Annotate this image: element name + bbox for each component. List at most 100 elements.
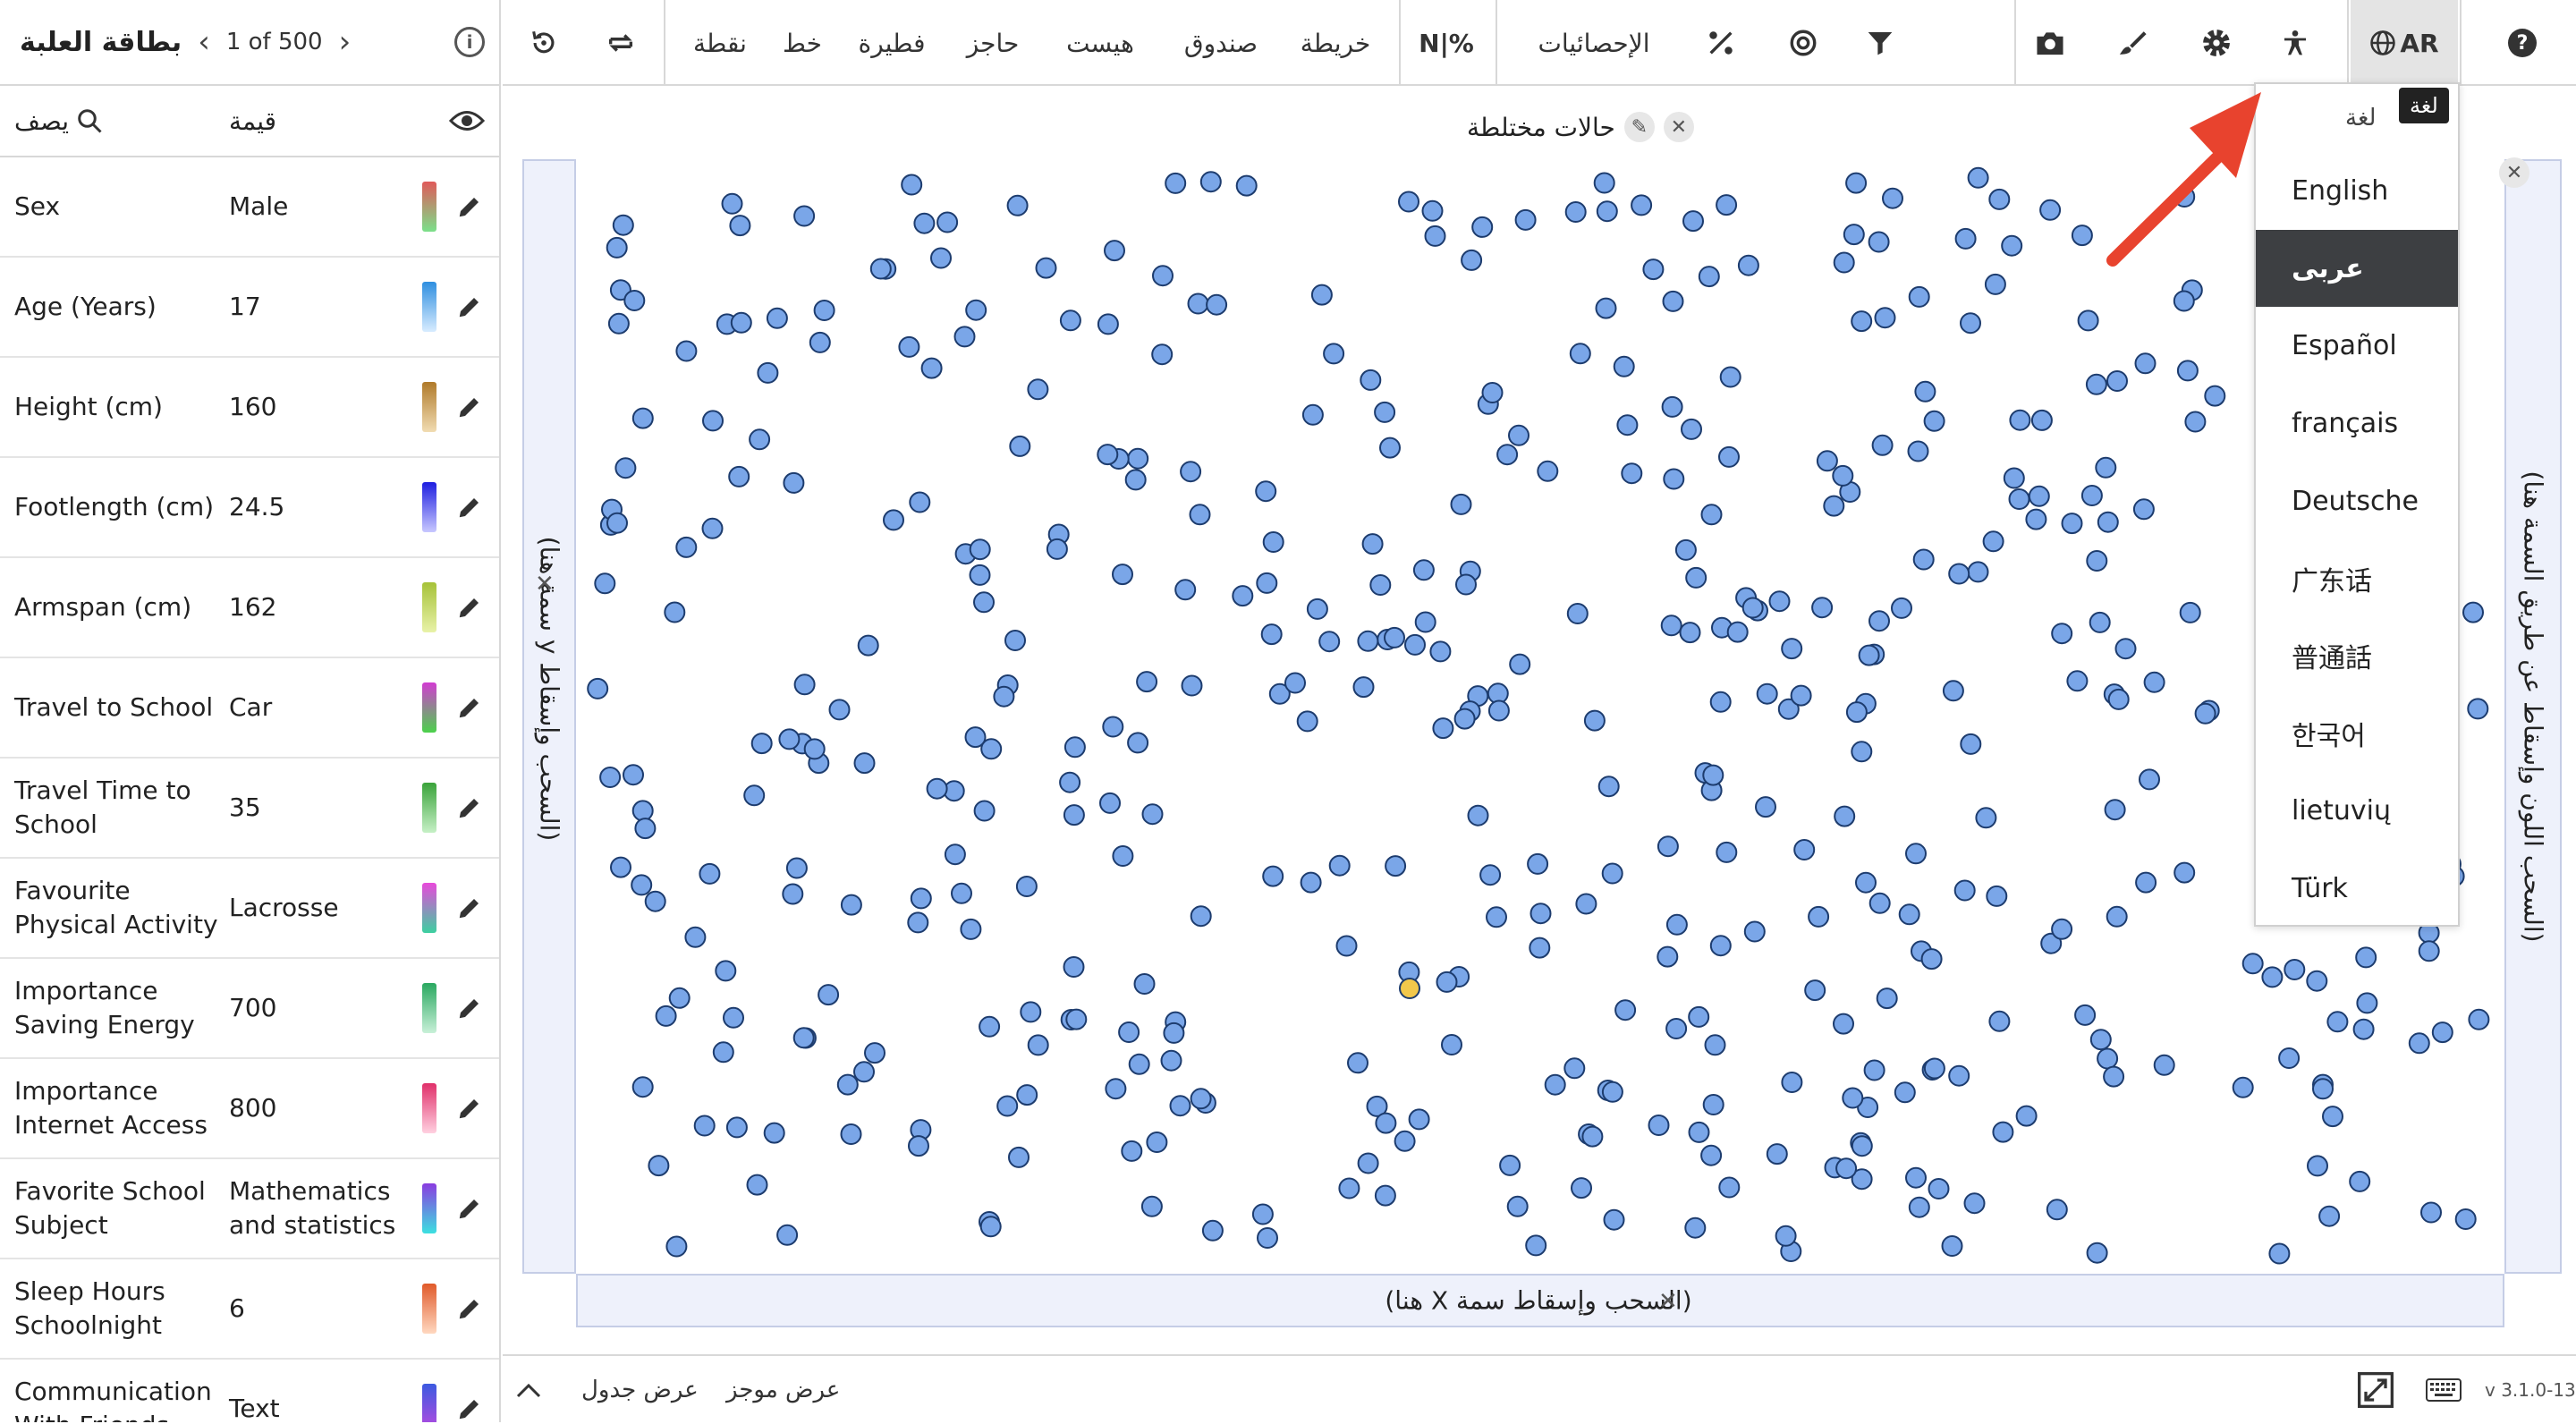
case-dot[interactable] [1151, 343, 1174, 366]
case-dot[interactable] [1487, 699, 1510, 722]
case-dot[interactable] [2086, 1242, 2108, 1264]
case-dot[interactable] [623, 290, 646, 311]
case-dot[interactable] [840, 1123, 862, 1145]
case-dot[interactable] [1868, 892, 1891, 914]
attribute-row[interactable]: Height (cm) 160 [0, 358, 499, 458]
attribute-row[interactable]: Favorite School Subject Mathematics and s… [0, 1159, 499, 1259]
case-dot[interactable] [1398, 191, 1419, 213]
language-option[interactable]: français [2256, 385, 2458, 462]
case-dot[interactable] [1569, 343, 1591, 365]
case-dot[interactable] [1112, 564, 1133, 586]
case-dot[interactable] [1920, 948, 1943, 971]
case-dot[interactable] [743, 784, 766, 807]
case-dot[interactable] [2467, 698, 2489, 720]
color-swatch[interactable] [422, 382, 436, 432]
case-dot[interactable] [2306, 970, 2328, 992]
attribute-row[interactable]: Armspan (cm) 162 [0, 558, 499, 658]
case-dot[interactable] [2418, 940, 2440, 962]
case-dot[interactable] [996, 1095, 1019, 1117]
pencil-icon[interactable] [456, 794, 483, 821]
case-dot[interactable] [1942, 680, 1964, 702]
color-swatch[interactable] [422, 182, 436, 232]
case-dot[interactable] [1967, 166, 1989, 189]
case-dot[interactable] [1112, 845, 1134, 867]
case-dot[interactable] [1374, 401, 1396, 423]
case-dot[interactable] [1905, 843, 1927, 865]
pencil-icon[interactable] [456, 894, 483, 921]
case-dot[interactable] [614, 457, 637, 479]
case-dot[interactable] [665, 1235, 688, 1258]
case-dot[interactable] [1923, 410, 1945, 432]
case-dot[interactable] [869, 258, 892, 280]
case-dot[interactable] [1657, 835, 1679, 858]
case-dot[interactable] [1027, 378, 1049, 401]
attribute-row[interactable]: Communication With Friends Text [0, 1360, 499, 1422]
case-dot[interactable] [1891, 597, 1912, 619]
color-swatch[interactable] [422, 582, 436, 632]
camera-icon[interactable] [2021, 0, 2079, 86]
case-dot[interactable] [1851, 1135, 1873, 1157]
case-dot[interactable] [1718, 445, 1740, 468]
case-dot[interactable] [2003, 467, 2025, 489]
case-dot[interactable] [1975, 807, 1997, 829]
case-dot[interactable] [1369, 574, 1392, 596]
pencil-icon[interactable] [456, 1095, 483, 1122]
case-dot[interactable] [2322, 1106, 2343, 1128]
case-dot[interactable] [1948, 1064, 1970, 1087]
case-dot[interactable] [1855, 871, 1877, 894]
case-dot[interactable] [1527, 852, 1549, 875]
case-dot[interactable] [1596, 200, 1618, 223]
case-dot[interactable] [1642, 259, 1665, 281]
case-dot[interactable] [1834, 805, 1856, 827]
case-dot[interactable] [606, 236, 628, 259]
case-dot[interactable] [1775, 1225, 1797, 1247]
chevron-up-icon[interactable] [515, 1356, 551, 1424]
case-dot[interactable] [2134, 352, 2157, 375]
case-dot[interactable] [1385, 855, 1407, 877]
case-dot[interactable] [1876, 987, 1898, 1010]
prev-case-button[interactable]: ‹ [198, 24, 210, 60]
next-case-button[interactable]: › [339, 24, 352, 60]
case-dot[interactable] [725, 1116, 748, 1139]
case-dot[interactable] [2194, 702, 2216, 725]
case-dot[interactable] [1583, 709, 1606, 732]
case-dot[interactable] [1169, 1095, 1191, 1117]
case-dot[interactable] [1187, 292, 1209, 315]
case-dot[interactable] [1908, 1196, 1930, 1218]
case-dot[interactable] [721, 192, 743, 215]
case-dot[interactable] [702, 410, 724, 432]
color-swatch[interactable] [422, 883, 436, 933]
case-dot[interactable] [1908, 285, 1930, 308]
case-dot[interactable] [1296, 710, 1318, 733]
case-dot[interactable] [1894, 1081, 1916, 1104]
case-dot[interactable] [1851, 741, 1873, 763]
language-option[interactable]: Deutsche [2256, 462, 2458, 540]
case-dot[interactable] [2015, 1105, 2038, 1127]
attribute-row[interactable]: Sleep Hours Schoolnight 6 [0, 1259, 499, 1360]
attribute-row[interactable]: Travel to School Car [0, 658, 499, 759]
case-dot[interactable] [1255, 480, 1277, 503]
case-dot[interactable] [763, 1122, 785, 1144]
case-dot[interactable] [1684, 1216, 1707, 1239]
case-dot[interactable] [783, 471, 805, 494]
case-dot[interactable] [1006, 194, 1029, 216]
case-dot[interactable] [612, 214, 634, 236]
case-dot[interactable] [1912, 548, 1935, 571]
summary-view-button[interactable]: عرض موجز [726, 1356, 840, 1424]
case-dot[interactable] [2204, 385, 2226, 407]
case-dot[interactable] [1905, 1166, 1927, 1189]
case-dot[interactable] [909, 491, 931, 513]
case-dot[interactable] [1871, 434, 1894, 456]
case-dot[interactable] [1914, 380, 1936, 403]
case-dot[interactable] [803, 738, 826, 760]
case-dot[interactable] [1682, 210, 1704, 233]
case-dot[interactable] [1412, 559, 1435, 581]
case-dot[interactable] [1008, 1146, 1030, 1168]
case-dot[interactable] [607, 312, 630, 335]
case-dot[interactable] [2312, 1078, 2334, 1100]
color-swatch[interactable] [422, 1284, 436, 1334]
case-dot[interactable] [792, 1027, 815, 1049]
case-dot[interactable] [1960, 312, 1981, 335]
case-dot[interactable] [1450, 493, 1472, 515]
case-dot[interactable] [1509, 653, 1531, 675]
